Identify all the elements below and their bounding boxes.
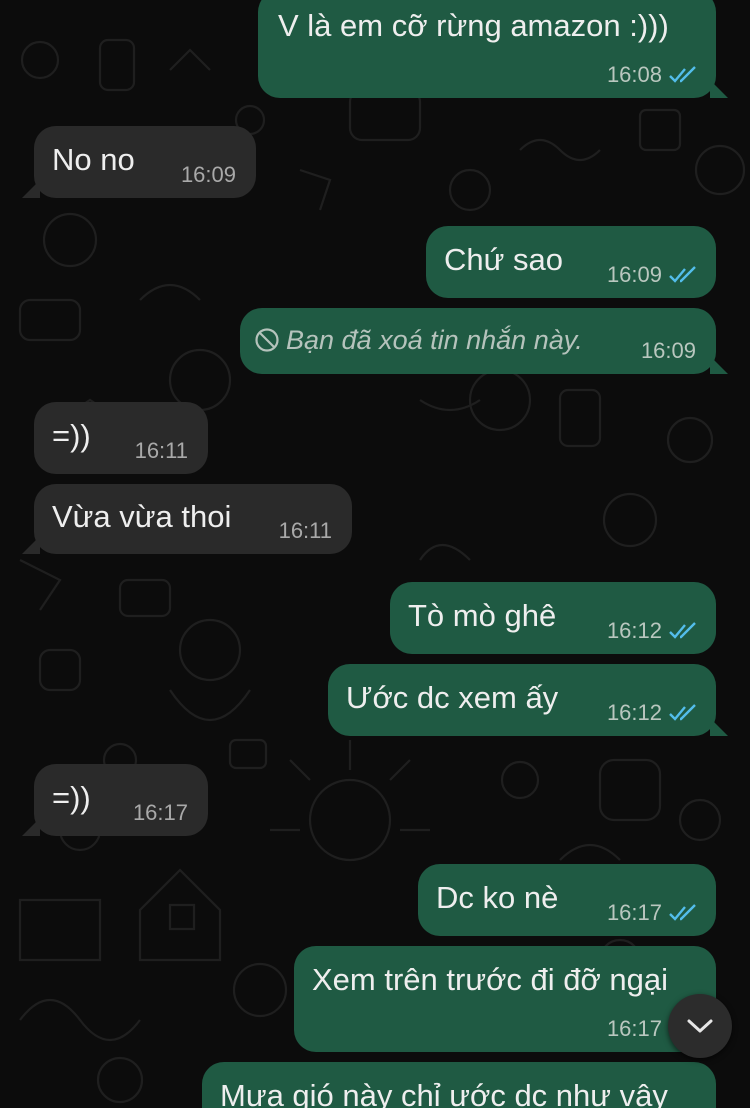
ban-icon xyxy=(255,328,279,352)
message-time: 16:09 xyxy=(180,162,236,187)
double-check-icon xyxy=(669,704,696,721)
message-time: 16:09 xyxy=(640,338,696,363)
message-bubble-outgoing[interactable]: Xem trên trước đi đỡ ngại 16:17 xyxy=(294,946,716,1052)
message-bubble-incoming[interactable]: =)) 16:17 xyxy=(22,764,208,836)
double-check-icon xyxy=(669,904,696,921)
deleted-message-text: Bạn đã xoá tin nhắn này. xyxy=(286,325,583,355)
message-time: 16:09 xyxy=(606,262,662,287)
message-text: Ước dc xem ấy xyxy=(346,680,559,715)
message-time: 16:11 xyxy=(278,518,332,543)
message-text: Xem trên trước đi đỡ ngại xyxy=(312,962,669,997)
chat-view[interactable]: V là em cỡ rừng amazon :))) 16:08 No no … xyxy=(0,0,750,1108)
double-check-icon xyxy=(669,66,696,83)
message-text: Dc ko nè xyxy=(436,880,559,915)
bubble-tail xyxy=(22,180,40,198)
message-text: Mưa gió này chỉ ước dc như vậy xyxy=(220,1078,668,1108)
message-bubble-outgoing[interactable]: Tò mò ghê 16:12 xyxy=(390,582,716,654)
message-time: 16:11 xyxy=(134,438,188,463)
double-check-icon xyxy=(669,266,696,283)
message-meta: 16:11 xyxy=(279,518,332,544)
chevron-down-icon xyxy=(687,1019,713,1033)
message-bubble-outgoing[interactable]: Chứ sao 16:09 xyxy=(426,226,716,298)
bubble-tail xyxy=(710,356,728,374)
message-meta: 16:12 xyxy=(607,700,698,726)
message-bubble-incoming[interactable]: Vừa vừa thoi 16:11 xyxy=(22,484,352,554)
message-bubble-outgoing[interactable]: Mưa gió này chỉ ước dc như vậy xyxy=(202,1062,716,1108)
message-time: 16:12 xyxy=(606,700,662,725)
message-bubble-incoming[interactable]: No no 16:09 xyxy=(22,126,256,198)
message-meta: 16:08 xyxy=(607,62,698,88)
message-text: Chứ sao xyxy=(444,242,563,277)
message-meta: 16:11 xyxy=(135,438,188,464)
message-meta: 16:12 xyxy=(607,618,698,644)
double-check-icon xyxy=(669,622,696,639)
bubble-tail xyxy=(22,536,40,554)
message-text: V là em cỡ rừng amazon :))) xyxy=(278,8,669,43)
message-bubble-outgoing[interactable]: V là em cỡ rừng amazon :))) 16:08 xyxy=(258,0,728,98)
bubble-tail xyxy=(710,80,728,98)
message-text: Tò mò ghê xyxy=(408,598,557,633)
scroll-to-bottom-button[interactable] xyxy=(668,994,732,1058)
message-bubble-outgoing[interactable]: Ước dc xem ấy 16:12 xyxy=(328,664,728,736)
message-bubble-incoming[interactable]: =)) 16:11 xyxy=(34,402,208,474)
message-meta: 16:09 xyxy=(641,338,696,364)
message-text: Bạn đã xoá tin nhắn này. xyxy=(254,322,583,358)
message-time: 16:17 xyxy=(606,900,662,925)
message-meta: 16:17 xyxy=(133,800,188,826)
message-text: =)) xyxy=(52,418,91,453)
message-text: Vừa vừa thoi xyxy=(52,499,232,534)
message-text: =)) xyxy=(52,780,91,815)
message-time: 16:08 xyxy=(606,62,662,87)
message-meta: 16:09 xyxy=(607,262,698,288)
message-bubble-outgoing[interactable]: Dc ko nè 16:17 xyxy=(418,864,716,936)
message-text: No no xyxy=(52,142,135,177)
message-bubble-deleted[interactable]: Bạn đã xoá tin nhắn này. 16:09 xyxy=(240,308,728,374)
message-meta: 16:17 xyxy=(607,900,698,926)
message-meta: 16:09 xyxy=(181,162,236,188)
message-time: 16:17 xyxy=(132,800,188,825)
message-time: 16:12 xyxy=(606,618,662,643)
bubble-tail xyxy=(710,718,728,736)
bubble-tail xyxy=(22,818,40,836)
message-time: 16:17 xyxy=(606,1016,662,1041)
